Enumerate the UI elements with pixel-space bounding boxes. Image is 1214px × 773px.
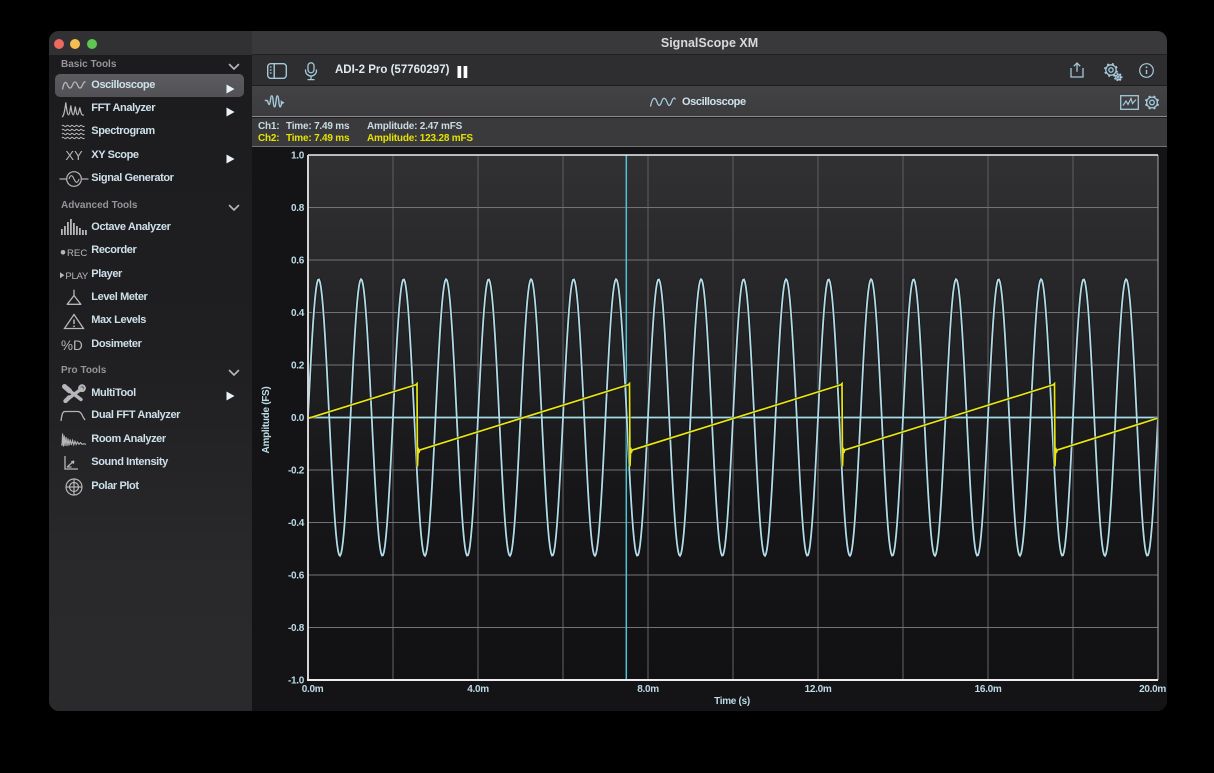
svg-text:1.0: 1.0: [291, 151, 305, 162]
svg-text:0.4: 0.4: [291, 308, 305, 319]
svg-text:REC: REC: [67, 247, 87, 258]
svg-text:XY: XY: [66, 148, 84, 163]
svg-text:-0.8: -0.8: [288, 623, 305, 634]
svg-text:-0.4: -0.4: [288, 518, 305, 529]
svg-text:PLAY: PLAY: [66, 271, 90, 282]
svg-text:20.0m: 20.0m: [1139, 684, 1166, 695]
svg-text:Amplitude (FS): Amplitude (FS): [261, 387, 272, 454]
svg-text:16.0m: 16.0m: [975, 684, 1002, 695]
svg-text:0.8: 0.8: [291, 203, 305, 214]
svg-text:0.0m: 0.0m: [302, 684, 324, 695]
svg-text:-0.6: -0.6: [288, 571, 305, 582]
svg-text:%D: %D: [61, 338, 83, 353]
svg-text:0.2: 0.2: [291, 361, 305, 372]
svg-text:0.0: 0.0: [291, 413, 305, 424]
svg-text:-0.2: -0.2: [288, 466, 305, 477]
svg-text:8.0m: 8.0m: [637, 684, 659, 695]
svg-text:4.0m: 4.0m: [467, 684, 489, 695]
svg-text:12.0m: 12.0m: [805, 684, 832, 695]
svg-text:0.6: 0.6: [291, 256, 305, 267]
svg-text:Time (s): Time (s): [714, 696, 750, 707]
